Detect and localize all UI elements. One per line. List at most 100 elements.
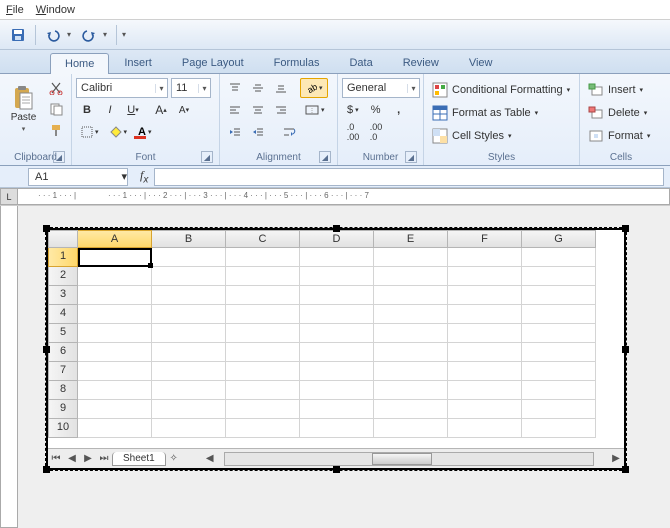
cell[interactable]: [300, 324, 374, 343]
cell[interactable]: [522, 286, 596, 305]
cell[interactable]: [152, 400, 226, 419]
cell[interactable]: [300, 400, 374, 419]
cell[interactable]: [300, 267, 374, 286]
redo-button[interactable]: [77, 24, 101, 46]
number-launcher[interactable]: ◢: [405, 151, 417, 163]
column-header[interactable]: B: [152, 230, 226, 248]
cell[interactable]: [522, 419, 596, 438]
cell[interactable]: [152, 248, 226, 267]
cell[interactable]: [78, 400, 152, 419]
font-name-combo[interactable]: Calibri▾: [76, 78, 168, 98]
row-header[interactable]: 9: [48, 400, 78, 419]
menu-window[interactable]: Window: [36, 4, 75, 16]
increase-decimal-button[interactable]: .0.00: [342, 122, 364, 142]
cell[interactable]: [374, 305, 448, 324]
tab-formulas[interactable]: Formulas: [259, 52, 335, 73]
cell[interactable]: [152, 305, 226, 324]
cell[interactable]: [374, 324, 448, 343]
cell[interactable]: [374, 362, 448, 381]
align-center-button[interactable]: [247, 100, 269, 120]
conditional-formatting-button[interactable]: Conditional Formatting▾: [428, 80, 575, 100]
cell[interactable]: [522, 305, 596, 324]
vertical-ruler[interactable]: [0, 206, 18, 528]
align-top-button[interactable]: [224, 78, 246, 98]
select-all-corner[interactable]: [48, 230, 78, 248]
cell[interactable]: [300, 286, 374, 305]
cell[interactable]: [374, 248, 448, 267]
align-right-button[interactable]: [270, 100, 292, 120]
cell[interactable]: [522, 362, 596, 381]
cell[interactable]: [300, 248, 374, 267]
resize-handle[interactable]: [43, 346, 50, 353]
cell[interactable]: [226, 381, 300, 400]
shrink-font-button[interactable]: A▾: [173, 100, 195, 120]
cell[interactable]: [152, 324, 226, 343]
horizontal-scrollbar[interactable]: [224, 452, 594, 466]
row-header[interactable]: 10: [48, 419, 78, 438]
sheet-tab[interactable]: Sheet1: [112, 452, 166, 466]
resize-handle[interactable]: [622, 346, 629, 353]
cell[interactable]: [374, 400, 448, 419]
align-middle-button[interactable]: [247, 78, 269, 98]
column-header[interactable]: A: [78, 230, 152, 248]
cell[interactable]: [448, 267, 522, 286]
cell[interactable]: [522, 248, 596, 267]
cell[interactable]: [226, 305, 300, 324]
cell[interactable]: [78, 419, 152, 438]
resize-handle[interactable]: [622, 225, 629, 232]
cell[interactable]: [448, 362, 522, 381]
tab-view[interactable]: View: [454, 52, 508, 73]
cell[interactable]: [78, 362, 152, 381]
cell[interactable]: [374, 343, 448, 362]
resize-handle[interactable]: [622, 466, 629, 473]
formula-bar[interactable]: [154, 168, 664, 186]
number-format-combo[interactable]: General▾: [342, 78, 420, 98]
font-size-combo[interactable]: 11▾: [171, 78, 211, 98]
clipboard-launcher[interactable]: ◢: [53, 151, 65, 163]
tab-home[interactable]: Home: [50, 53, 109, 74]
cell[interactable]: [448, 400, 522, 419]
underline-button[interactable]: U▾: [122, 100, 144, 120]
copy-button[interactable]: [45, 99, 67, 119]
save-button[interactable]: [6, 24, 30, 46]
italic-button[interactable]: I: [99, 100, 121, 120]
document-canvas[interactable]: A B C D E F G 12345678910 ⏮ ◀ ▶ ⏭ Sheet1…: [18, 206, 670, 528]
cell[interactable]: [448, 381, 522, 400]
last-sheet-button[interactable]: ⏭: [96, 453, 112, 464]
cell[interactable]: [78, 343, 152, 362]
percent-button[interactable]: %: [365, 100, 387, 120]
format-cells-button[interactable]: Format▾: [584, 126, 658, 146]
row-header[interactable]: 7: [48, 362, 78, 381]
grow-font-button[interactable]: A▴: [150, 100, 172, 120]
row-header[interactable]: 6: [48, 343, 78, 362]
cell[interactable]: [300, 343, 374, 362]
undo-dropdown[interactable]: ▾: [67, 30, 75, 39]
align-bottom-button[interactable]: [270, 78, 292, 98]
cell[interactable]: [78, 286, 152, 305]
row-header[interactable]: 8: [48, 381, 78, 400]
column-header[interactable]: E: [374, 230, 448, 248]
row-header[interactable]: 2: [48, 267, 78, 286]
cell[interactable]: [374, 381, 448, 400]
increase-indent-button[interactable]: [247, 122, 269, 142]
resize-handle[interactable]: [43, 225, 50, 232]
cell[interactable]: [226, 324, 300, 343]
cell[interactable]: [300, 419, 374, 438]
cell[interactable]: [374, 286, 448, 305]
cell[interactable]: [226, 362, 300, 381]
resize-handle[interactable]: [333, 466, 340, 473]
next-sheet-button[interactable]: ▶: [80, 453, 96, 464]
cell[interactable]: [300, 381, 374, 400]
cell[interactable]: [152, 362, 226, 381]
insert-cells-button[interactable]: Insert▾: [584, 80, 658, 100]
column-header[interactable]: D: [300, 230, 374, 248]
merge-button[interactable]: ▾: [300, 100, 330, 120]
cell[interactable]: [152, 419, 226, 438]
cell[interactable]: [226, 267, 300, 286]
format-as-table-button[interactable]: Format as Table▾: [428, 103, 575, 123]
first-sheet-button[interactable]: ⏮: [48, 453, 64, 464]
font-launcher[interactable]: ◢: [201, 151, 213, 163]
cell[interactable]: [226, 400, 300, 419]
wrap-text-button[interactable]: [277, 122, 301, 142]
cut-button[interactable]: [45, 78, 67, 98]
